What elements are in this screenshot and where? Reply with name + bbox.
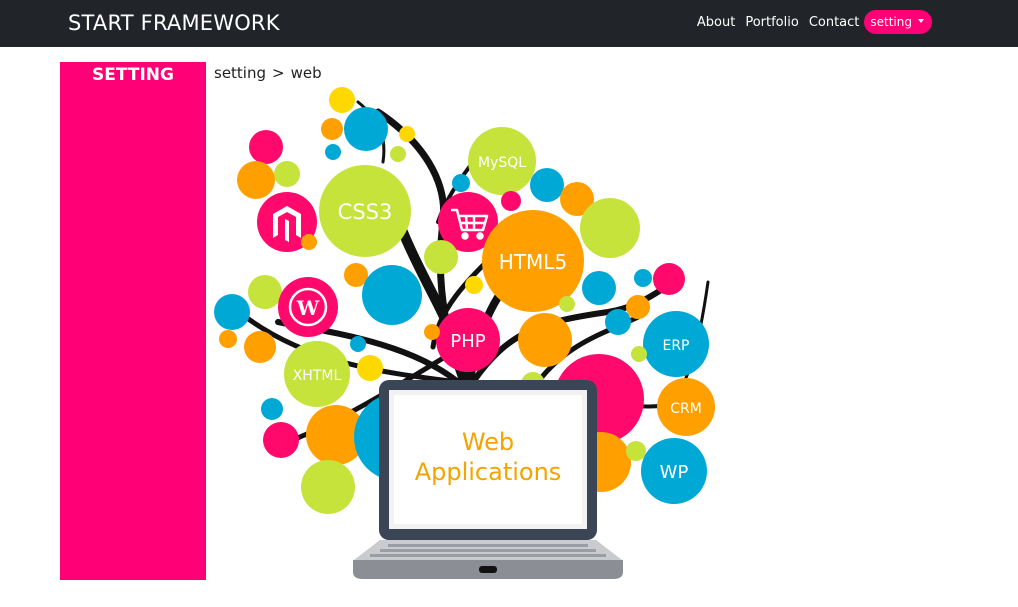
breadcrumb-separator: > [272, 64, 285, 82]
sidebar-title: SETTING [92, 65, 174, 85]
bubble-label-wp: WP [660, 462, 689, 483]
nav-link-about[interactable]: About [697, 15, 735, 30]
bubble-label-php: PHP [450, 331, 485, 352]
screen-text-web: Web [462, 428, 514, 456]
breadcrumb: setting > web [214, 64, 322, 82]
svg-text:W: W [296, 296, 320, 320]
web-applications-tree-image: CSS3 MySQL HTML5 PHP XHTML ERP CRM WP W [214, 87, 715, 579]
bubble-label-crm: CRM [670, 401, 702, 417]
screen-text-applications: Applications [415, 458, 562, 486]
bubble-label-xhtml: XHTML [293, 368, 342, 384]
breadcrumb-item-web: web [290, 64, 322, 82]
nav-link-contact[interactable]: Contact [809, 15, 860, 30]
caret-down-icon [918, 19, 924, 23]
brand-logo-text[interactable]: START FRAMEWORK [68, 11, 280, 35]
breadcrumb-item-setting[interactable]: setting [214, 64, 266, 82]
bubble-label-css3: CSS3 [338, 200, 393, 224]
bubble-label-erp: ERP [662, 338, 689, 354]
top-navbar: START FRAMEWORK About Portfolio Contact … [0, 0, 1018, 47]
bubble-label-mysql: MySQL [478, 155, 526, 171]
web-applications-illustration: CSS3 MySQL HTML5 PHP XHTML ERP CRM WP W [208, 82, 728, 587]
nav-link-portfolio[interactable]: Portfolio [745, 15, 798, 30]
nav-links: About Portfolio Contact setting [687, 10, 932, 34]
bubble-label-html5: HTML5 [499, 250, 567, 274]
sidebar: SETTING [60, 62, 206, 580]
setting-dropdown-button[interactable]: setting [864, 10, 932, 34]
setting-dropdown-label: setting [870, 15, 912, 29]
